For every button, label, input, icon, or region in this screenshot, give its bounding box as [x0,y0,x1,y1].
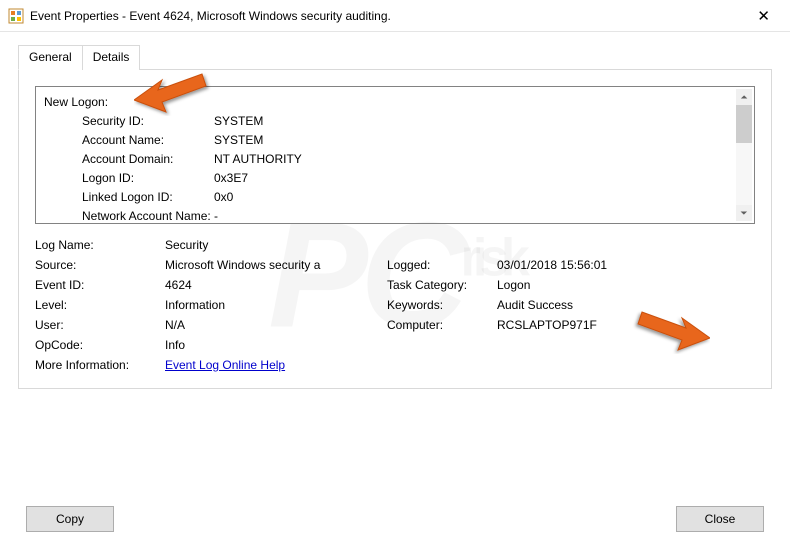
event-text-box[interactable]: ⏶ ⏷ New Logon: Security ID:SYSTEM Accoun… [35,86,755,224]
value-keywords: Audit Success [497,298,755,312]
event-icon [8,8,24,24]
label-log-name: Log Name: [35,238,165,252]
property-grid: Log Name: Security Source: Microsoft Win… [35,238,755,372]
label-source: Source: [35,258,165,272]
label-opcode: OpCode: [35,338,165,352]
copy-button[interactable]: Copy [26,506,114,532]
scroll-down-icon[interactable]: ⏷ [736,205,752,221]
label-keywords: Keywords: [387,298,497,312]
label-level: Level: [35,298,165,312]
section-title: New Logon: [44,93,746,112]
label-task-category: Task Category: [387,278,497,292]
event-field: Network Account Name:- [44,207,746,224]
label-computer: Computer: [387,318,497,332]
scroll-thumb[interactable] [736,105,752,143]
scroll-up-icon[interactable]: ⏶ [736,89,752,105]
label-user: User: [35,318,165,332]
value-task-category: Logon [497,278,755,292]
tab-general[interactable]: General [18,45,83,70]
window-title: Event Properties - Event 4624, Microsoft… [30,9,745,23]
value-level: Information [165,298,387,312]
value-user: N/A [165,318,387,332]
value-computer: RCSLAPTOP971F [497,318,755,332]
event-field: Account Name:SYSTEM [44,131,746,150]
value-source: Microsoft Windows security a [165,258,387,272]
event-log-online-help-link[interactable]: Event Log Online Help [165,358,285,372]
close-button[interactable]: Close [676,506,764,532]
event-field: Logon ID:0x3E7 [44,169,746,188]
event-field: Linked Logon ID:0x0 [44,188,746,207]
label-event-id: Event ID: [35,278,165,292]
event-field: Account Domain:NT AUTHORITY [44,150,746,169]
value-opcode: Info [165,338,387,352]
value-logged: 03/01/2018 15:56:01 [497,258,755,272]
titlebar: Event Properties - Event 4624, Microsoft… [0,0,790,32]
value-log-name: Security [165,238,387,252]
value-event-id: 4624 [165,278,387,292]
tab-details[interactable]: Details [82,45,141,70]
event-field: Security ID:SYSTEM [44,112,746,131]
general-panel: ⏶ ⏷ New Logon: Security ID:SYSTEM Accoun… [18,69,772,389]
window-close-button[interactable]: ✕ [745,3,782,29]
label-more-info: More Information: [35,358,165,372]
tab-strip: General Details [18,44,772,69]
label-logged: Logged: [387,258,497,272]
footer: Copy Close [26,506,764,532]
